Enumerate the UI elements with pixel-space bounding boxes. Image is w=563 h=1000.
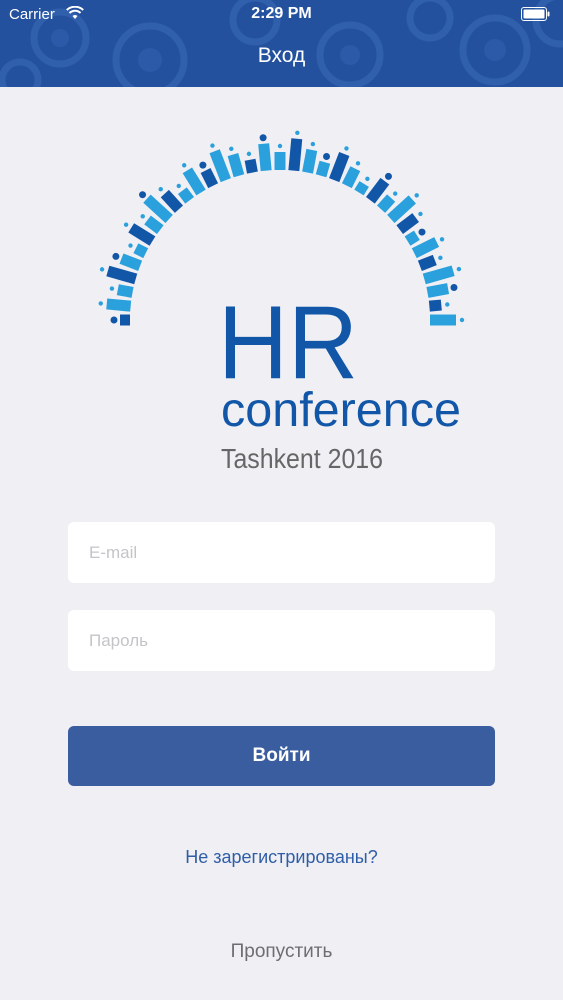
- logo-dot: [176, 183, 181, 189]
- logo-dot: [355, 161, 361, 166]
- logo-tashkent-text: Tashkent 2016: [221, 443, 383, 474]
- logo-dot: [323, 152, 331, 160]
- login-button[interactable]: Войти: [68, 726, 495, 786]
- logo-building: [417, 254, 437, 271]
- logo-dot: [158, 186, 163, 192]
- logo-dot: [310, 141, 316, 147]
- logo-arc: HR conference Tashkent 2016: [98, 130, 465, 474]
- logo-dot: [112, 252, 120, 260]
- logo-dot: [393, 191, 398, 196]
- logo-dot: [277, 143, 283, 149]
- logo-building: [133, 243, 149, 259]
- battery-icon: [521, 7, 551, 25]
- logo-dot: [110, 316, 118, 324]
- logo-building: [315, 160, 331, 178]
- logo-building: [177, 187, 194, 204]
- logo-dot: [414, 193, 419, 198]
- email-input[interactable]: [68, 522, 495, 583]
- logo-building: [288, 138, 303, 172]
- logo-dot: [365, 176, 370, 182]
- logo-dot: [246, 151, 252, 157]
- logo-dot: [99, 267, 105, 272]
- logo-dot: [450, 283, 458, 291]
- logo-building: [116, 284, 134, 298]
- logo-dot: [295, 130, 300, 136]
- password-input[interactable]: [68, 610, 495, 671]
- logo-building: [428, 299, 442, 312]
- logo-building: [430, 314, 456, 326]
- logo-dot: [128, 243, 133, 248]
- logo-building: [120, 314, 130, 326]
- logo-building: [426, 283, 450, 298]
- logo-dot: [140, 214, 145, 219]
- logo-dot: [229, 146, 234, 151]
- logo-dot: [418, 228, 426, 236]
- hr-conference-logo: HR conference Tashkent 2016: [90, 130, 480, 485]
- logo-building: [106, 298, 132, 312]
- logo-building: [200, 168, 219, 189]
- logo-building: [258, 143, 272, 172]
- register-link[interactable]: Не зарегистрированы?: [0, 847, 563, 868]
- logo-building: [404, 230, 420, 246]
- logo-dot: [439, 237, 445, 242]
- logo-conference-text: conference: [221, 384, 461, 437]
- logo-building: [354, 181, 369, 196]
- logo-dot: [438, 255, 443, 261]
- nav-title: Вход: [257, 44, 306, 67]
- email-field[interactable]: [68, 522, 495, 583]
- logo-dot: [459, 317, 465, 323]
- navigation-bar: Carrier 2:29 PM Вход: [0, 0, 563, 87]
- logo-building: [119, 253, 143, 271]
- logo-dot: [123, 222, 129, 227]
- logo-dot: [384, 172, 392, 180]
- logo-dot: [418, 211, 423, 217]
- logo-dot: [210, 143, 215, 148]
- logo-dot: [199, 161, 207, 169]
- logo-building: [227, 153, 245, 178]
- logo-building: [274, 152, 286, 170]
- logo-dot: [109, 286, 115, 291]
- logo-dot: [456, 266, 462, 272]
- logo-building: [244, 158, 258, 174]
- status-time: 2:29 PM: [251, 5, 312, 22]
- password-field[interactable]: [68, 610, 495, 671]
- logo-dot: [344, 146, 349, 151]
- logo-dot: [98, 301, 103, 306]
- logo-dot: [445, 302, 450, 307]
- logo-dot: [139, 191, 147, 199]
- logo-dot: [181, 163, 187, 168]
- status-bar: Carrier 2:29 PM: [0, 0, 563, 30]
- logo-dot: [259, 134, 267, 142]
- skip-link[interactable]: Пропустить: [0, 941, 563, 963]
- logo-building: [302, 148, 318, 174]
